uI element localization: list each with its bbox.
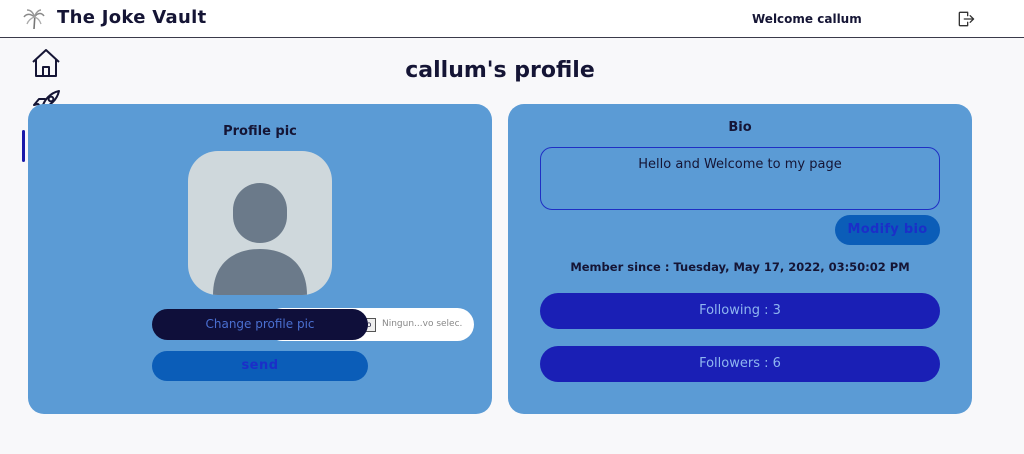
followers-button[interactable]: Followers : 6 xyxy=(540,346,940,382)
modify-bio-button[interactable]: Modify bio xyxy=(835,215,940,245)
bio-card: Bio Hello and Welcome to my page Modify … xyxy=(508,104,972,414)
profile-pic-card: Profile pic o Ningun...vo selec. Change … xyxy=(28,104,492,414)
welcome-text: Welcome callum xyxy=(752,12,862,26)
following-button[interactable]: Following : 3 xyxy=(540,293,940,329)
page-title: callum's profile xyxy=(405,58,595,83)
active-nav-indicator xyxy=(22,130,25,162)
send-button[interactable]: send xyxy=(152,351,368,381)
avatar-placeholder-icon xyxy=(213,183,307,295)
avatar xyxy=(188,151,332,295)
member-since-text: Member since : Tuesday, May 17, 2022, 03… xyxy=(570,260,910,274)
logout-icon[interactable] xyxy=(956,9,976,29)
bio-title: Bio xyxy=(728,120,752,135)
file-status: Ningun...vo selec. xyxy=(382,319,463,329)
brand-title[interactable]: The Joke Vault xyxy=(57,7,206,28)
palm-tree-icon[interactable] xyxy=(22,7,46,31)
top-bar: The Joke Vault Welcome callum xyxy=(0,0,1024,38)
change-profile-pic-button[interactable]: Change profile pic xyxy=(152,309,368,340)
bio-text-box[interactable]: Hello and Welcome to my page xyxy=(540,147,940,210)
profile-pic-title: Profile pic xyxy=(223,124,297,139)
